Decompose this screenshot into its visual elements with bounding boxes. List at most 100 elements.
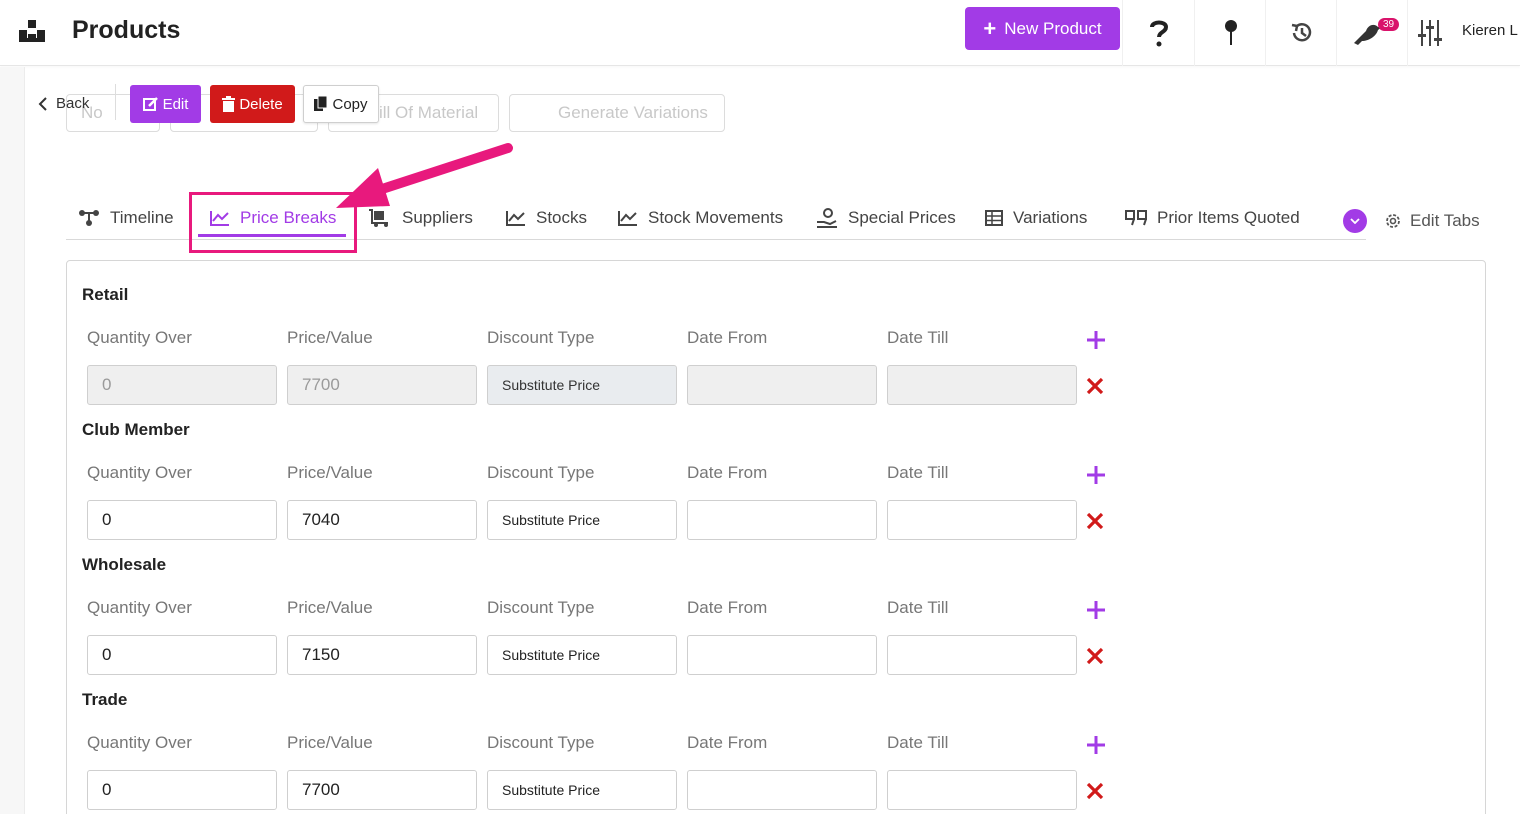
edit-tabs-button[interactable]: Edit Tabs (1384, 211, 1480, 231)
tab-label: Variations (1013, 208, 1088, 227)
boxes-logo-icon[interactable] (19, 20, 47, 44)
price-group-title: Retail (82, 285, 129, 304)
tab-label: Special Prices (848, 208, 956, 227)
left-gutter (0, 67, 25, 814)
tab-stock-movements[interactable]: Stock Movements (618, 208, 783, 228)
quantity-over-input[interactable]: 0 (87, 635, 277, 675)
discount-type-select: Substitute Price (487, 365, 677, 405)
chevron-left-icon (38, 96, 47, 111)
price-value-input[interactable]: 7150 (287, 635, 477, 675)
delete-price-break-icon[interactable] (1086, 512, 1104, 530)
delete-button[interactable]: Delete (210, 85, 295, 123)
quantity-over-input: 0 (87, 365, 277, 405)
price-group-title: Club Member (82, 420, 190, 439)
map-pin-icon (1224, 20, 1237, 45)
column-label: Price/Value (287, 598, 373, 617)
sliders-icon (1417, 20, 1442, 46)
notification-count-badge: 39 (1378, 18, 1400, 31)
more-tabs-button[interactable] (1343, 209, 1367, 233)
history-button[interactable] (1265, 0, 1337, 66)
add-price-break-icon[interactable] (1086, 330, 1106, 350)
delete-price-break-icon[interactable] (1086, 782, 1104, 800)
column-label: Date From (687, 463, 768, 482)
price-group-title: Wholesale (82, 555, 167, 574)
date-from-input[interactable] (687, 770, 877, 810)
price-value-input[interactable]: 7040 (287, 500, 477, 540)
discount-type-select[interactable]: Substitute Price (487, 770, 677, 810)
date-till-input[interactable] (887, 770, 1077, 810)
add-price-break-icon[interactable] (1086, 465, 1106, 485)
column-label: Price/Value (287, 328, 373, 347)
column-label: Quantity Over (87, 463, 192, 482)
back-label: Back (56, 95, 90, 112)
top-bar: Products + New Product 39 Kieren L (0, 0, 1520, 66)
new-product-button[interactable]: + New Product (965, 7, 1120, 50)
discount-type-select[interactable]: Substitute Price (487, 635, 677, 675)
column-label: Date From (687, 598, 768, 617)
annotation-arrow-icon (336, 143, 513, 208)
edit-icon (142, 97, 158, 111)
help-button[interactable] (1122, 0, 1194, 66)
user-name[interactable]: Kieren L (1462, 22, 1518, 39)
edit-label: Edit (162, 95, 189, 113)
tab-variations[interactable]: Variations (985, 208, 1087, 228)
copy-icon (314, 96, 328, 111)
tab-label: Timeline (110, 208, 174, 227)
column-label: Date Till (887, 733, 949, 752)
column-label: Price/Value (287, 463, 373, 482)
column-label: Date Till (887, 328, 949, 347)
hand-coin-icon (817, 208, 837, 228)
price-value-input: 7700 (287, 365, 477, 405)
copy-label: Copy (332, 95, 368, 113)
edit-tabs-label: Edit Tabs (1410, 211, 1480, 230)
delete-price-break-icon[interactable] (1086, 377, 1104, 395)
plus-icon: + (983, 15, 997, 41)
quantity-over-input[interactable]: 0 (87, 500, 277, 540)
column-label: Date Till (887, 463, 949, 482)
tab-timeline[interactable]: Timeline (78, 208, 174, 228)
timeline-icon (79, 210, 99, 226)
tab-label: Prior Items Quoted (1157, 208, 1300, 227)
column-label: Date Till (887, 598, 949, 617)
tab-prior-items-quoted[interactable]: Prior Items Quoted (1125, 208, 1300, 228)
gear-icon (1386, 214, 1400, 228)
page-title: Products (72, 16, 181, 44)
chart-line-icon (618, 211, 637, 226)
tab-special-prices[interactable]: Special Prices (816, 208, 956, 228)
settings-sliders-button[interactable] (1407, 0, 1451, 66)
delete-price-break-icon[interactable] (1086, 647, 1104, 665)
copy-button[interactable]: Copy (303, 85, 379, 123)
column-label: Quantity Over (87, 328, 192, 347)
date-from-input[interactable] (687, 500, 877, 540)
location-pin-button[interactable] (1194, 0, 1266, 66)
date-from-input (687, 365, 877, 405)
tab-label: Stocks (536, 208, 588, 227)
quote-icon (1125, 210, 1147, 226)
column-label: Discount Type (487, 328, 595, 347)
history-icon (1291, 23, 1311, 42)
quantity-over-input[interactable]: 0 (87, 770, 277, 810)
delete-label: Delete (239, 95, 283, 113)
back-link[interactable]: Back (38, 95, 89, 112)
trash-icon (222, 96, 236, 112)
date-till-input (887, 365, 1077, 405)
date-till-input[interactable] (887, 635, 1077, 675)
tab-label: Stock Movements (648, 208, 784, 227)
column-label: Discount Type (487, 598, 595, 617)
price-value-input[interactable]: 7700 (287, 770, 477, 810)
date-from-input[interactable] (687, 635, 877, 675)
column-label: Discount Type (487, 733, 595, 752)
edit-button[interactable]: Edit (130, 85, 201, 123)
column-label: Date From (687, 733, 768, 752)
add-price-break-icon[interactable] (1086, 735, 1106, 755)
new-product-label: New Product (1004, 18, 1102, 38)
notifications-button[interactable] (1336, 0, 1408, 66)
discount-type-select[interactable]: Substitute Price (487, 500, 677, 540)
add-price-break-icon[interactable] (1086, 600, 1106, 620)
chevron-down-icon (1350, 218, 1360, 224)
price-group-title: Trade (82, 690, 128, 709)
question-mark-icon (1149, 20, 1168, 47)
column-label: Date From (687, 328, 768, 347)
toolbar-divider (115, 84, 116, 120)
date-till-input[interactable] (887, 500, 1077, 540)
